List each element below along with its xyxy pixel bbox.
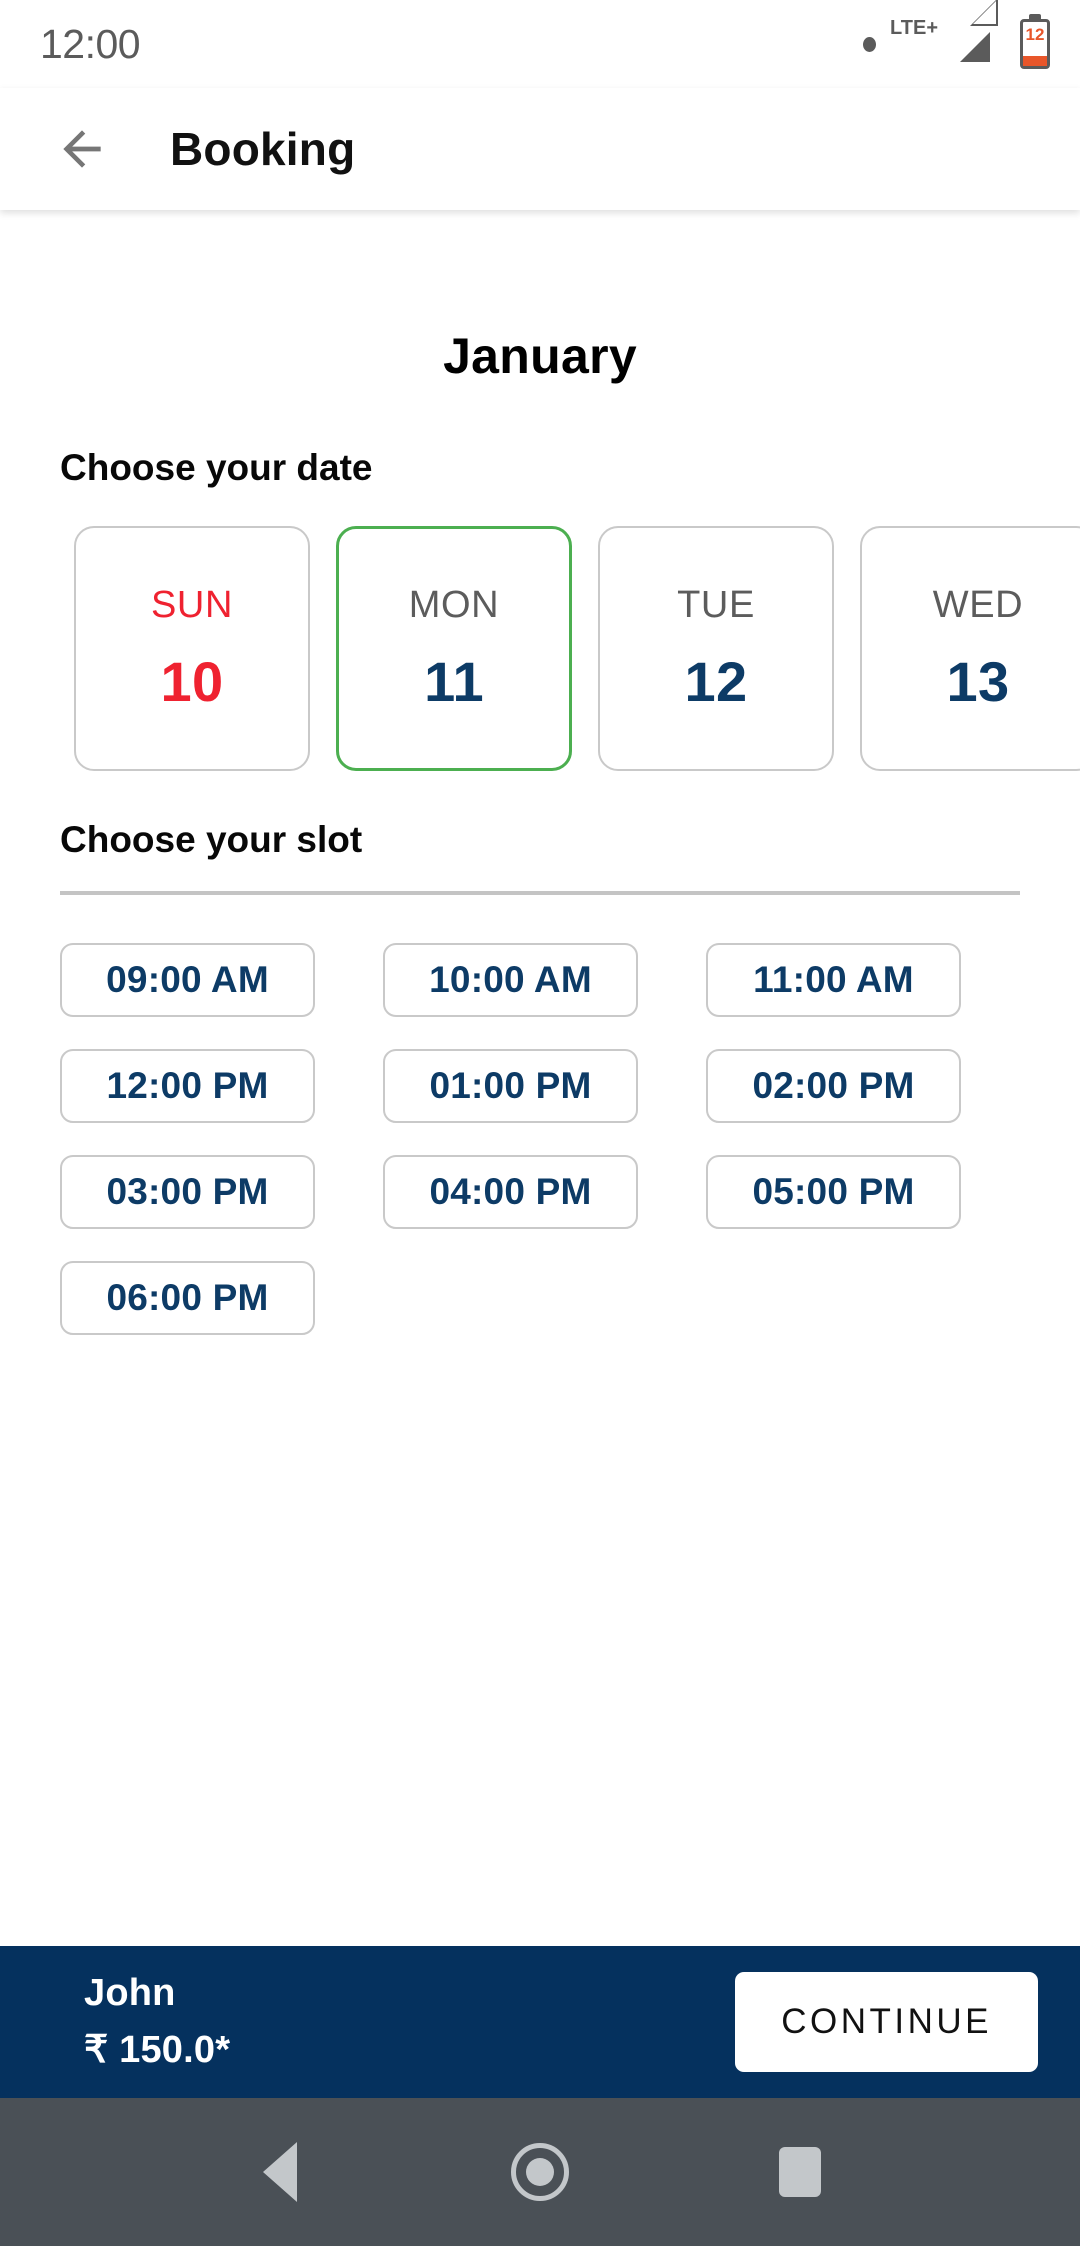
slot-chip[interactable]: 01:00 PM — [383, 1049, 638, 1123]
page-title: Booking — [170, 123, 356, 175]
date-card-mon[interactable]: MON 11 — [336, 526, 572, 771]
arrow-left-icon — [63, 130, 101, 168]
nav-back-button[interactable] — [220, 2112, 340, 2232]
nav-back-icon — [263, 2142, 297, 2202]
slot-divider — [60, 891, 1020, 895]
bottom-summary-bar: John ₹ 150.0* CONTINUE — [0, 1946, 1080, 2098]
price-amount: ₹ 150.0* — [84, 2029, 231, 2071]
slot-chip[interactable]: 11:00 AM — [706, 943, 961, 1017]
nav-home-icon — [511, 2143, 569, 2201]
content-area: January Choose your date SUN 10 MON 11 T… — [0, 210, 1080, 1946]
slot-chip[interactable]: 04:00 PM — [383, 1155, 638, 1229]
date-card-tue[interactable]: TUE 12 — [598, 526, 834, 771]
choose-date-label: Choose your date — [60, 447, 373, 488]
slot-chip[interactable]: 06:00 PM — [60, 1261, 315, 1335]
choose-slot-label: Choose your slot — [60, 819, 363, 860]
date-card-day: 11 — [424, 649, 484, 713]
slot-chip[interactable]: 10:00 AM — [383, 943, 638, 1017]
status-time: 12:00 — [40, 20, 141, 67]
date-card-dow: MON — [408, 583, 500, 626]
battery-icon: 12 — [1020, 19, 1050, 69]
date-card-dow: SUN — [150, 583, 234, 626]
status-indicators: LTE+ 12 — [863, 0, 1050, 70]
date-card-day: 10 — [160, 649, 224, 713]
date-card-sun[interactable]: SUN 10 — [74, 526, 310, 771]
date-carousel[interactable]: SUN 10 MON 11 TUE 12 WED 13 — [0, 526, 1080, 771]
nav-recents-icon — [779, 2147, 821, 2197]
android-nav-bar — [0, 2098, 1080, 2246]
app-screen: 12:00 LTE+ 12 Booking January Choose you… — [0, 0, 1080, 2246]
signal-bars-icon — [954, 0, 1000, 70]
slot-chip[interactable]: 09:00 AM — [60, 943, 315, 1017]
nav-recents-button[interactable] — [740, 2112, 860, 2232]
continue-button[interactable]: CONTINUE — [735, 1972, 1038, 2072]
battery-level: 12 — [1025, 25, 1045, 44]
date-card-dow: TUE — [677, 583, 755, 626]
back-button[interactable] — [46, 113, 118, 185]
slot-chip[interactable]: 05:00 PM — [706, 1155, 961, 1229]
booking-summary: John ₹ 150.0* — [84, 1972, 230, 2072]
app-bar: Booking — [0, 88, 1080, 210]
date-card-wed[interactable]: WED 13 — [860, 526, 1080, 771]
date-card-day: 12 — [684, 649, 748, 713]
network-label: LTE+ — [890, 17, 938, 39]
month-title: January — [443, 328, 637, 384]
date-card-day: 13 — [946, 649, 1010, 713]
slot-chip[interactable]: 03:00 PM — [60, 1155, 315, 1229]
date-card-dow: WED — [932, 583, 1024, 626]
status-bar: 12:00 LTE+ 12 — [0, 0, 1080, 88]
nav-home-button[interactable] — [480, 2112, 600, 2232]
notification-dot-icon — [863, 36, 877, 52]
slot-grid: 09:00 AM 10:00 AM 11:00 AM 12:00 PM 01:0… — [0, 943, 1080, 1335]
slot-chip[interactable]: 02:00 PM — [706, 1049, 961, 1123]
customer-name: John — [84, 1972, 176, 2014]
slot-chip[interactable]: 12:00 PM — [60, 1049, 315, 1123]
network-indicator: LTE+ — [890, 18, 938, 70]
